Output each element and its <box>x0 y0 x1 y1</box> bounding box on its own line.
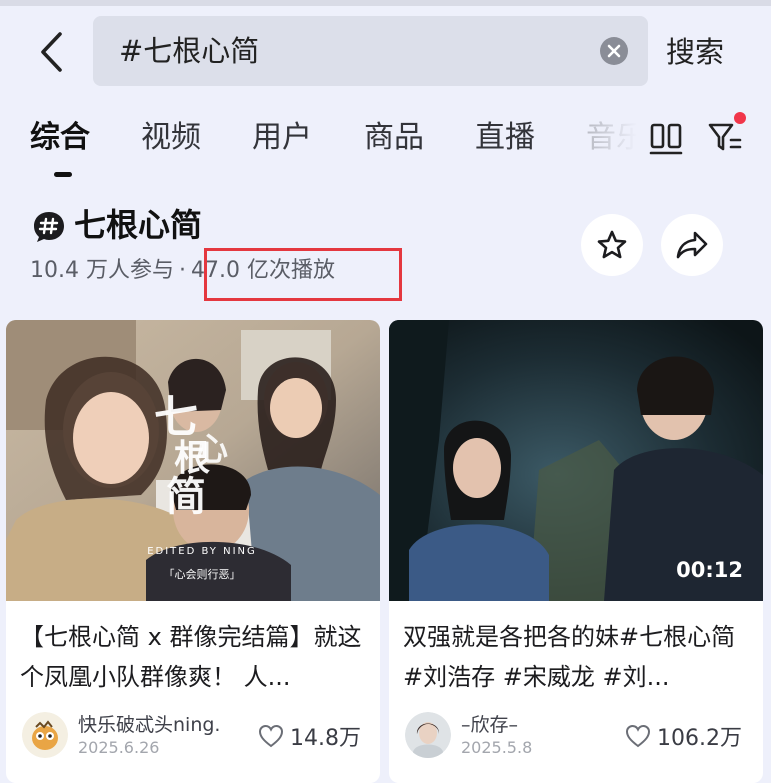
author-name[interactable]: 快乐破忒头ning. <box>78 710 220 737</box>
search-button[interactable]: 搜索 <box>666 24 724 80</box>
share-icon <box>676 231 708 259</box>
video-thumbnail[interactable]: 七 根 心 简 EDITED BY NING 「心会则行恶」 <box>6 320 380 601</box>
video-title[interactable]: 双强就是各把各的妹#七根心简 #刘浩存 #宋威龙 #刘... <box>403 617 753 697</box>
heart-icon <box>625 724 651 748</box>
video-thumbnail[interactable]: 00:12 <box>389 320 763 601</box>
like-button[interactable]: 106.2万 <box>625 718 742 754</box>
filter-button[interactable] <box>702 112 748 160</box>
participant-count: 10.4 万人参与 <box>30 258 174 283</box>
status-strip <box>0 0 771 6</box>
search-query[interactable]: #七根心简 <box>119 16 259 86</box>
svg-text:简: 简 <box>166 473 206 520</box>
clear-icon <box>607 44 621 58</box>
video-title[interactable]: 【七根心简 x 群像完结篇】就这个凤凰小队群像爽！ 人... <box>20 617 370 697</box>
stats-separator: · <box>178 258 186 283</box>
topic-stats: 10.4 万人参与 · 47.0 亿次播放 <box>30 252 335 290</box>
back-button[interactable] <box>30 28 74 76</box>
tab-comprehensive[interactable]: 综合 <box>30 110 90 166</box>
tab-users[interactable]: 用户 <box>252 110 312 166</box>
clear-search-button[interactable] <box>600 37 628 65</box>
post-date: 2025.5.8 <box>461 738 533 757</box>
notification-dot <box>734 112 746 124</box>
tab-music[interactable]: 音乐 <box>586 110 646 166</box>
tab-live[interactable]: 直播 <box>475 110 535 166</box>
layout-icon <box>649 123 683 155</box>
tab-videos[interactable]: 视频 <box>141 110 201 166</box>
tab-products[interactable]: 商品 <box>364 110 424 166</box>
hashtag-icon <box>32 210 66 244</box>
like-count: 106.2万 <box>657 726 742 751</box>
like-count: 14.8万 <box>290 726 361 751</box>
svg-text:心: 心 <box>196 430 228 468</box>
video-card[interactable]: 00:12 双强就是各把各的妹#七根心简 #刘浩存 #宋威龙 #刘... –欣存… <box>389 320 763 783</box>
filter-icon <box>708 123 742 151</box>
share-button[interactable] <box>661 214 723 276</box>
play-count: 47.0 亿次播放 <box>190 258 335 283</box>
back-arrow-icon <box>41 32 62 72</box>
favorite-button[interactable] <box>581 214 643 276</box>
topic-title: 七根心简 <box>74 206 203 244</box>
active-tab-indicator <box>54 172 72 177</box>
svg-text:七: 七 <box>154 392 198 443</box>
like-button[interactable]: 14.8万 <box>258 718 361 754</box>
post-date: 2025.6.26 <box>78 738 160 757</box>
search-input[interactable]: #七根心简 <box>93 16 648 86</box>
thumb-tagline: 「心会则行恶」 <box>164 568 241 581</box>
video-duration: 00:12 <box>676 558 743 582</box>
author-name[interactable]: –欣存– <box>461 710 518 737</box>
star-icon <box>597 230 627 259</box>
heart-icon <box>258 724 284 748</box>
video-card[interactable]: 七 根 心 简 EDITED BY NING 「心会则行恶」 【七根心简 x 群… <box>6 320 380 783</box>
thumb-caption: EDITED BY NING <box>147 546 257 557</box>
avatar[interactable] <box>405 712 451 758</box>
layout-toggle-button[interactable] <box>646 118 686 160</box>
avatar[interactable] <box>22 712 68 758</box>
